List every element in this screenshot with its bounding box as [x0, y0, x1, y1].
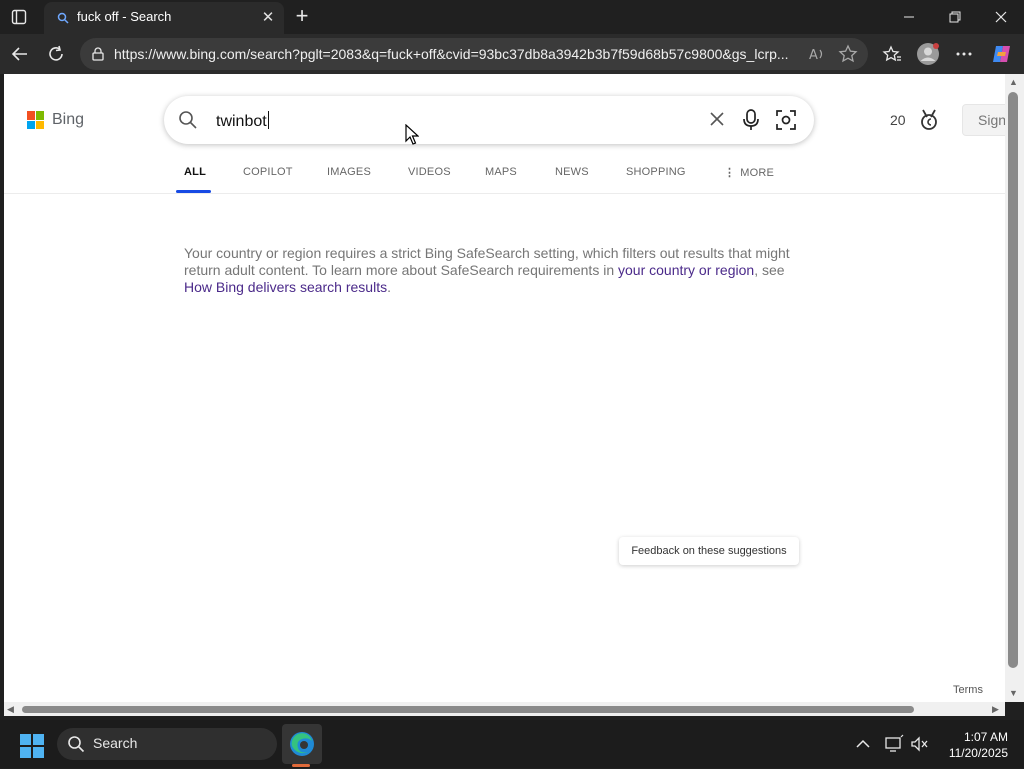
- feedback-button[interactable]: Feedback on these suggestions: [619, 537, 799, 565]
- vertical-dots-icon: ⋮: [724, 167, 736, 179]
- read-aloud-icon[interactable]: A: [807, 44, 827, 64]
- bing-logo[interactable]: Bing: [27, 111, 84, 129]
- scroll-down-icon[interactable]: ▼: [1009, 688, 1018, 698]
- clock-date: 11/20/2025: [948, 746, 1008, 760]
- active-app-indicator: [292, 764, 310, 767]
- scroll-up-icon[interactable]: ▲: [1009, 77, 1018, 87]
- visual-search-icon[interactable]: [774, 108, 798, 132]
- browser-toolbar: https://www.bing.com/search?pglt=2083&q=…: [0, 34, 1024, 74]
- address-bar[interactable]: https://www.bing.com/search?pglt=2083&q=…: [80, 38, 868, 70]
- close-tab-icon[interactable]: ✕: [258, 8, 278, 28]
- tab-videos[interactable]: VIDEOS: [408, 166, 451, 178]
- microsoft-logo-icon: [27, 111, 45, 129]
- new-tab-icon[interactable]: +: [290, 5, 314, 29]
- network-volume-icon[interactable]: [910, 734, 930, 754]
- tab-copilot[interactable]: COPILOT: [243, 166, 293, 178]
- restore-icon[interactable]: [932, 4, 978, 30]
- search-box[interactable]: twinbot: [164, 96, 814, 144]
- tab-all[interactable]: ALL: [184, 166, 206, 178]
- rewards-points[interactable]: 20: [890, 112, 906, 128]
- tab-images[interactable]: IMAGES: [327, 166, 371, 178]
- refresh-icon[interactable]: [44, 42, 68, 66]
- taskbar-search[interactable]: Search: [57, 728, 277, 760]
- svg-text:A: A: [809, 48, 818, 63]
- edge-browser-icon[interactable]: [282, 724, 322, 764]
- more-options-icon[interactable]: [952, 42, 976, 66]
- copilot-icon[interactable]: [990, 42, 1014, 66]
- lock-icon[interactable]: [90, 46, 106, 62]
- windows-taskbar: Search 1:07 AM 11/20/2025: [0, 720, 1024, 768]
- search-favicon-icon: [56, 11, 70, 25]
- tab-news[interactable]: NEWS: [555, 166, 589, 178]
- show-hidden-icons-chevron-icon[interactable]: [853, 734, 873, 754]
- clear-search-icon[interactable]: [706, 108, 728, 130]
- scroll-left-icon[interactable]: ◀: [7, 704, 14, 714]
- display-icon[interactable]: [884, 734, 904, 754]
- favorites-icon[interactable]: [880, 42, 904, 66]
- mouse-cursor-icon: [405, 123, 420, 146]
- safesearch-notice: Your country or region requires a strict…: [184, 245, 790, 295]
- active-tab-indicator: [176, 190, 211, 193]
- sign-in-button[interactable]: Sign: [962, 104, 1005, 136]
- system-clock[interactable]: 1:07 AM 11/20/2025: [930, 729, 1008, 761]
- rewards-medal-icon[interactable]: [917, 108, 941, 132]
- horizontal-scroll-thumb[interactable]: [22, 706, 914, 713]
- back-arrow-icon[interactable]: [8, 42, 32, 66]
- url-text[interactable]: https://www.bing.com/search?pglt=2083&q=…: [114, 46, 804, 62]
- clock-time: 1:07 AM: [963, 730, 1008, 744]
- search-icon[interactable]: [178, 110, 198, 130]
- minimize-icon[interactable]: [886, 4, 932, 30]
- microphone-icon[interactable]: [740, 108, 762, 132]
- profile-avatar-icon[interactable]: [916, 42, 940, 66]
- country-region-link[interactable]: your country or region: [618, 262, 754, 278]
- tab-actions-icon[interactable]: [8, 7, 30, 27]
- windows-start-icon[interactable]: [20, 734, 44, 758]
- close-window-icon[interactable]: [978, 4, 1024, 30]
- how-bing-delivers-link[interactable]: How Bing delivers search results: [184, 279, 387, 295]
- bing-logo-text: Bing: [52, 111, 85, 128]
- scroll-right-icon[interactable]: ▶: [992, 704, 999, 714]
- taskbar-search-label: Search: [93, 735, 138, 751]
- search-input[interactable]: twinbot: [216, 111, 269, 131]
- browser-tab-bar: fuck off - Search ✕ +: [0, 0, 1024, 34]
- terms-link[interactable]: Terms: [953, 684, 983, 696]
- tab-title: fuck off - Search: [77, 9, 172, 24]
- search-icon: [67, 735, 85, 753]
- tab-maps[interactable]: MAPS: [485, 166, 517, 178]
- favorite-star-icon[interactable]: [838, 44, 858, 64]
- browser-tab-active[interactable]: fuck off - Search ✕: [44, 2, 284, 34]
- tab-more[interactable]: ⋮ MORE: [724, 166, 774, 179]
- search-scopes-nav: ALL COPILOT IMAGES VIDEOS MAPS NEWS SHOP…: [4, 158, 1005, 194]
- tab-shopping[interactable]: SHOPPING: [626, 166, 686, 178]
- vertical-scroll-thumb[interactable]: [1008, 92, 1018, 668]
- web-page: Bing twinbot 20 Sign ALL COPILOT IMAGES …: [4, 74, 1005, 702]
